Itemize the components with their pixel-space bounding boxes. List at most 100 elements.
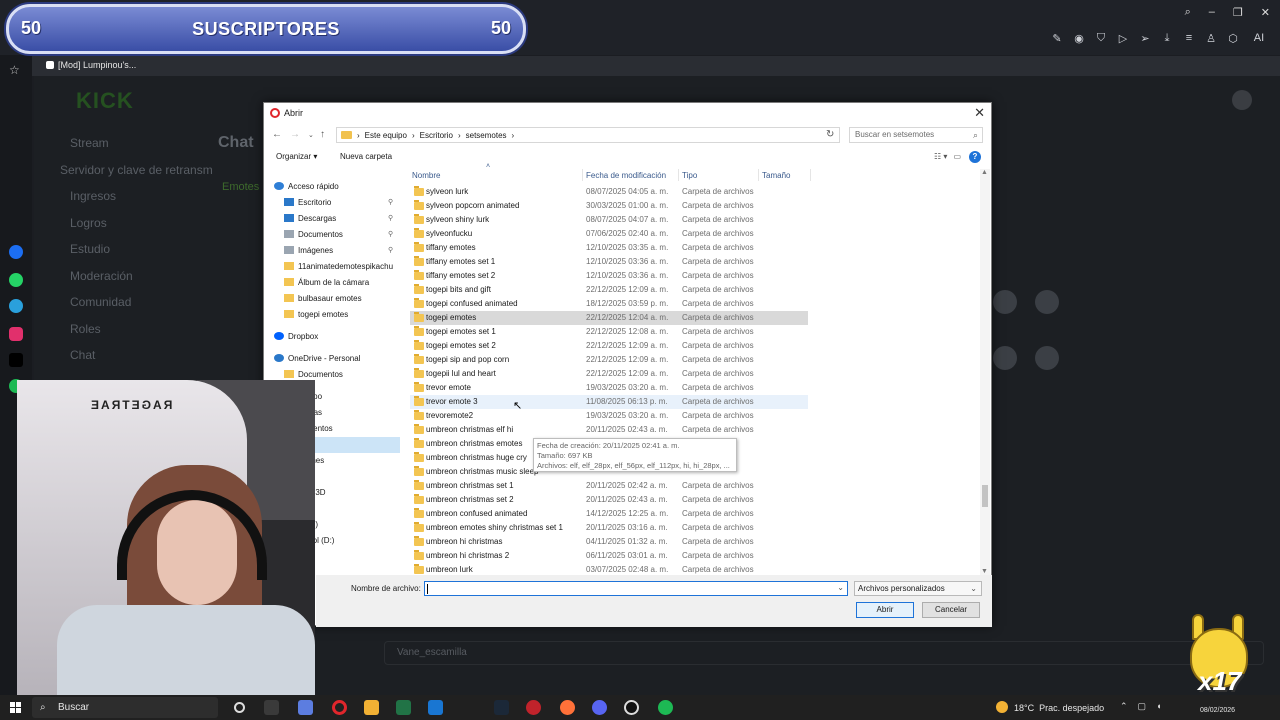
breadcrumb[interactable]: › Este equipo › Escritorio › setsemotes … (336, 127, 840, 143)
file-row[interactable]: umbreon hi christmas 2 06/11/2025 03:01 a… (410, 549, 808, 563)
clock-date[interactable]: 08/02/2026 (1200, 707, 1235, 714)
emote-thumb[interactable] (993, 346, 1017, 370)
column-size[interactable]: Tamaño (762, 171, 790, 180)
instagram-icon[interactable] (9, 327, 23, 341)
avatar[interactable] (1232, 90, 1252, 110)
spotify-icon[interactable] (658, 700, 673, 715)
obs-icon[interactable] (624, 700, 639, 715)
excel-icon[interactable] (396, 700, 411, 715)
nav-roles[interactable]: Roles (48, 316, 213, 343)
tab-emotes[interactable]: Emotes (222, 181, 259, 193)
file-row[interactable]: togepi bits and gift 22/12/2025 12:09 a. … (410, 283, 808, 297)
file-row[interactable]: umbreon christmas set 1 20/11/2025 02:42 … (410, 479, 808, 493)
nav-stream-key[interactable]: Servidor y clave de retransm (48, 157, 213, 184)
minimize-icon[interactable]: – (1209, 6, 1215, 19)
column-type[interactable]: Tipo (682, 171, 697, 180)
cancel-button[interactable]: Cancelar (922, 602, 980, 618)
organize-button[interactable]: Organizar ▾ (276, 152, 317, 161)
messenger-icon[interactable] (9, 245, 23, 259)
file-row[interactable]: trevor emote 19/03/2025 03:20 a. m. Carpet… (410, 381, 808, 395)
sidebar-item[interactable]: Escritorio ⚲ (272, 195, 400, 211)
browser-tab[interactable]: [Mod] Lumpinou's... (40, 57, 142, 73)
edit-icon[interactable]: ✎ (1050, 32, 1064, 45)
forward-icon[interactable]: → (290, 129, 300, 140)
network-icon[interactable]: ▢ (1138, 701, 1147, 712)
star-icon[interactable]: ☆ (9, 63, 20, 77)
search-input[interactable]: Buscar en setsemotes ⌕ (849, 127, 983, 143)
nav-moderation[interactable]: Moderación (48, 263, 213, 290)
chevron-up-icon[interactable]: ⌃ (1120, 701, 1128, 712)
firefox-icon[interactable] (560, 700, 575, 715)
chevron-down-icon[interactable]: ⌄ (837, 583, 844, 592)
new-folder-button[interactable]: Nueva carpeta (340, 152, 392, 161)
emote-thumb[interactable] (993, 290, 1017, 314)
up-icon[interactable]: ↑ (320, 129, 325, 140)
file-row[interactable]: umbreon confused animated 14/12/2025 12:2… (410, 507, 808, 521)
weather-widget[interactable]: 18°C Prac. despejado (996, 701, 1104, 713)
scrollbar[interactable]: ▲ ▼ (980, 169, 990, 575)
sidebar-item[interactable]: Documentos ⚲ (272, 227, 400, 243)
maximize-icon[interactable]: ❐ (1233, 6, 1243, 19)
preview-pane-icon[interactable]: ▭ (953, 152, 961, 161)
column-date[interactable]: Fecha de modificación (586, 171, 666, 180)
x-icon[interactable] (9, 353, 23, 367)
cortana-icon[interactable] (234, 702, 245, 713)
chevron-down-icon[interactable]: ⌄ (308, 131, 314, 139)
open-button[interactable]: Abrir (856, 602, 914, 618)
scroll-thumb[interactable] (982, 485, 988, 507)
file-row[interactable]: sylveon popcorn animated 30/03/2025 01:00… (410, 199, 808, 213)
file-row[interactable]: togepii lul and heart 22/12/2025 12:09 a.… (410, 367, 808, 381)
nav-income[interactable]: Ingresos (48, 183, 213, 210)
file-row[interactable]: sylveon lurk 08/07/2025 04:05 a. m. Carpet… (410, 185, 808, 199)
sidebar-item[interactable]: Álbum de la cámara (272, 275, 400, 291)
file-row[interactable]: umbreon emotes shiny christmas set 1 20/1… (410, 521, 808, 535)
emote-thumb[interactable] (1035, 346, 1059, 370)
file-row[interactable]: togepi emotes 22/12/2025 12:04 a. m. Carpe… (410, 311, 808, 325)
nav-stream[interactable]: Stream (48, 130, 213, 157)
user-icon[interactable]: ♙ (1204, 32, 1218, 45)
telegram-icon[interactable] (9, 299, 23, 313)
sidebar-item[interactable]: togepi emotes (272, 307, 400, 323)
scroll-up-icon[interactable]: ▲ (981, 169, 988, 176)
ai-button[interactable]: AI (1248, 32, 1270, 45)
breadcrumb-item[interactable]: Escritorio (420, 131, 453, 140)
sidebar-item[interactable]: bulbasaur emotes (272, 291, 400, 307)
nav-community[interactable]: Comunidad (48, 289, 213, 316)
send-icon[interactable]: ➢ (1138, 32, 1152, 45)
shield-icon[interactable]: ⛉ (1094, 32, 1108, 45)
file-row[interactable]: tiffany emotes set 2 12/10/2025 03:36 a. … (410, 269, 808, 283)
breadcrumb-item[interactable]: setsemotes (466, 131, 507, 140)
file-row[interactable]: togepi emotes set 1 22/12/2025 12:08 a. m… (410, 325, 808, 339)
file-row[interactable]: sylveon shiny lurk 08/07/2025 04:07 a. m.… (410, 213, 808, 227)
file-row[interactable]: tiffany emotes set 1 12/10/2025 03:36 a. … (410, 255, 808, 269)
mail-icon[interactable] (428, 700, 443, 715)
close-icon[interactable]: ✕ (1261, 6, 1270, 19)
sidebar-item[interactable]: Imágenes ⚲ (272, 243, 400, 259)
sidebar-item[interactable]: 11animatedemotespikachu (272, 259, 400, 275)
file-explorer-icon[interactable] (364, 700, 379, 715)
file-row[interactable]: togepi emotes set 2 22/12/2025 12:09 a. m… (410, 339, 808, 353)
steam-icon[interactable] (494, 700, 509, 715)
volume-icon[interactable]: ◖ (1156, 701, 1161, 712)
filename-input[interactable]: ⌄ (424, 581, 848, 596)
task-view-icon[interactable] (264, 700, 279, 715)
breadcrumb-item[interactable]: Este equipo (365, 131, 407, 140)
chat-input[interactable]: Vane_escamilla (384, 641, 1264, 665)
app-icon[interactable] (526, 700, 541, 715)
close-icon[interactable]: ✕ (974, 105, 985, 121)
file-row[interactable]: umbreon christmas set 2 20/11/2025 02:43 … (410, 493, 808, 507)
scroll-down-icon[interactable]: ▼ (981, 568, 988, 575)
file-row[interactable]: togepi confused animated 18/12/2025 03:59… (410, 297, 808, 311)
file-row[interactable]: umbreon hi christmas 04/11/2025 01:32 a. … (410, 535, 808, 549)
play-icon[interactable]: ▷ (1116, 32, 1130, 45)
file-row[interactable]: trevoremote2 19/03/2025 03:20 a. m. Carpet… (410, 409, 808, 423)
search-icon[interactable]: ⌕ (1185, 6, 1191, 19)
column-name[interactable]: Nombre (412, 171, 440, 180)
sidebar-item[interactable]: Descargas ⚲ (272, 211, 400, 227)
file-row[interactable]: togepi sip and pop corn 22/12/2025 12:09 … (410, 353, 808, 367)
windows-start-icon[interactable] (10, 702, 21, 713)
file-row[interactable]: sylveonfucku 07/06/2025 02:40 a. m. Carpet… (410, 227, 808, 241)
view-icon[interactable]: ☷ ▾ (934, 152, 947, 161)
file-row[interactable]: trevor emote 3 11/08/2025 06:13 p. m. Carp… (410, 395, 808, 409)
sidebar-item[interactable]: OneDrive - Personal (272, 351, 400, 367)
